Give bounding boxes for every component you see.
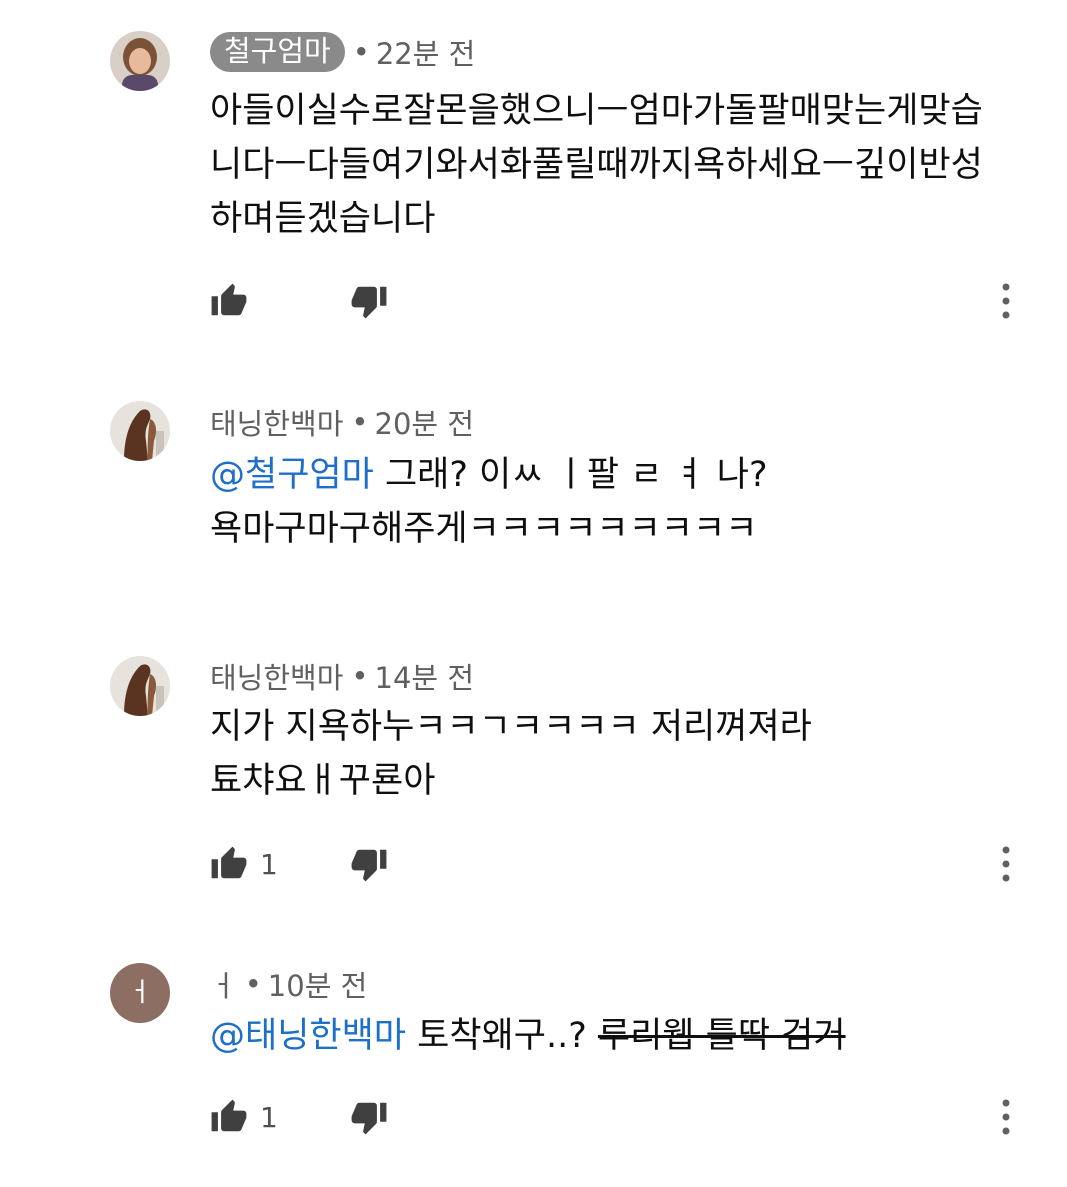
like-button[interactable] <box>210 281 248 321</box>
comment-text-line: 욕마구마구해주게ㅋㅋㅋㅋㅋㅋㅋㅋㅋ <box>210 509 758 549</box>
dislike-button[interactable] <box>350 844 388 884</box>
comment-meta: ㅓ • 10분 전 <box>210 964 367 1004</box>
comment-text: @태닝한백마 토착왜구..? 루리웹 틀딱 검거 <box>210 1009 1020 1063</box>
author-name[interactable]: 철구엄마 <box>210 32 345 72</box>
more-vert-icon <box>1002 846 1010 882</box>
mention-link[interactable]: @태닝한백마 <box>210 1016 406 1056</box>
comment-text: @철구엄마 그래? 이ㅆ ㅣ팔 ㄹ ㅕ 나? 욕마구마구해주게ㅋㅋㅋㅋㅋㅋㅋㅋㅋ <box>210 448 1020 556</box>
strikethrough-text: 루리웹 틀딱 검거 <box>597 1016 846 1056</box>
author-name[interactable]: 태닝한백마 <box>210 401 343 443</box>
like-button[interactable]: 1 <box>210 1097 278 1137</box>
more-options-button[interactable] <box>994 1097 1018 1137</box>
separator-dot: • <box>244 967 262 1001</box>
avatar[interactable] <box>110 656 170 716</box>
dislike-button[interactable] <box>350 1097 388 1137</box>
comment-meta: 태닝한백마 • 14분 전 <box>210 656 474 696</box>
like-count: 1 <box>260 847 278 881</box>
comment-meta: 철구엄마 • 22분 전 <box>210 32 475 72</box>
comment-text-line: 툐챠요ㅐ꾸룐아 <box>210 761 436 801</box>
comment-text-line: 아들이실수로잘몬을했으니ㅡ엄마가돌팔매맞는게맞습 <box>210 91 983 131</box>
mention-link[interactable]: @철구엄마 <box>210 455 374 495</box>
more-options-button[interactable] <box>994 844 1018 884</box>
comment-time[interactable]: 20분 전 <box>375 401 474 443</box>
thumbs-down-icon <box>351 286 387 319</box>
comment-actions: 1 <box>210 844 1020 884</box>
thumbs-down-icon <box>351 849 387 882</box>
comment-time[interactable]: 14분 전 <box>375 655 474 697</box>
thumbs-down-icon <box>351 1102 387 1135</box>
separator-dot: • <box>351 405 369 439</box>
like-count: 1 <box>260 1100 278 1134</box>
author-name[interactable]: 태닝한백마 <box>210 655 343 697</box>
more-vert-icon <box>1002 1099 1010 1135</box>
avatar[interactable]: ㅓ <box>110 963 170 1023</box>
comment-text-line: 지가 지욕하누ㅋㅋㄱㅋㅋㅋㅋ 저리껴져라 <box>210 707 812 747</box>
thumbs-up-icon <box>211 283 247 316</box>
separator-dot: • <box>352 35 370 69</box>
avatar[interactable] <box>110 401 170 461</box>
avatar[interactable] <box>110 31 170 91</box>
avatar-photo-icon <box>110 656 170 716</box>
comment-text-line: @태닝한백마 토착왜구..? 루리웹 틀딱 검거 <box>210 1009 1020 1063</box>
dislike-button[interactable] <box>350 281 388 321</box>
avatar-photo-icon <box>110 31 170 91</box>
comment-time[interactable]: 22분 전 <box>376 31 475 73</box>
like-button[interactable]: 1 <box>210 844 278 884</box>
comment-text-segment: 그래? 이ㅆ ㅣ팔 ㄹ ㅕ 나? <box>373 455 768 495</box>
more-vert-icon <box>1002 283 1010 319</box>
author-name[interactable]: ㅓ <box>210 963 237 1005</box>
comment-text-segment: 토착왜구..? <box>406 1016 598 1056</box>
comment-text-line: @철구엄마 그래? 이ㅆ ㅣ팔 ㄹ ㅕ 나? <box>210 448 1020 502</box>
comment-actions: 1 <box>210 1097 1020 1137</box>
avatar-photo-icon <box>110 401 170 461</box>
comment-text-line: 니다ㅡ다들여기와서화풀릴때까지욕하세요ㅡ깊이반성 <box>210 145 983 185</box>
comment-actions <box>210 281 1020 321</box>
separator-dot: • <box>351 659 369 693</box>
comment-text: 지가 지욕하누ㅋㅋㄱㅋㅋㅋㅋ 저리껴져라 툐챠요ㅐ꾸룐아 <box>210 700 1020 808</box>
comment-text: 아들이실수로잘몬을했으니ㅡ엄마가돌팔매맞는게맞습 니다ㅡ다들여기와서화풀릴때까지… <box>210 84 1020 246</box>
comment-text-line: 하며듣겠습니다 <box>210 199 436 239</box>
more-options-button[interactable] <box>994 281 1018 321</box>
comment-time[interactable]: 10분 전 <box>268 963 367 1005</box>
thumbs-up-icon <box>211 1099 247 1132</box>
thumbs-up-icon <box>211 846 247 879</box>
comment-meta: 태닝한백마 • 20분 전 <box>210 402 474 442</box>
